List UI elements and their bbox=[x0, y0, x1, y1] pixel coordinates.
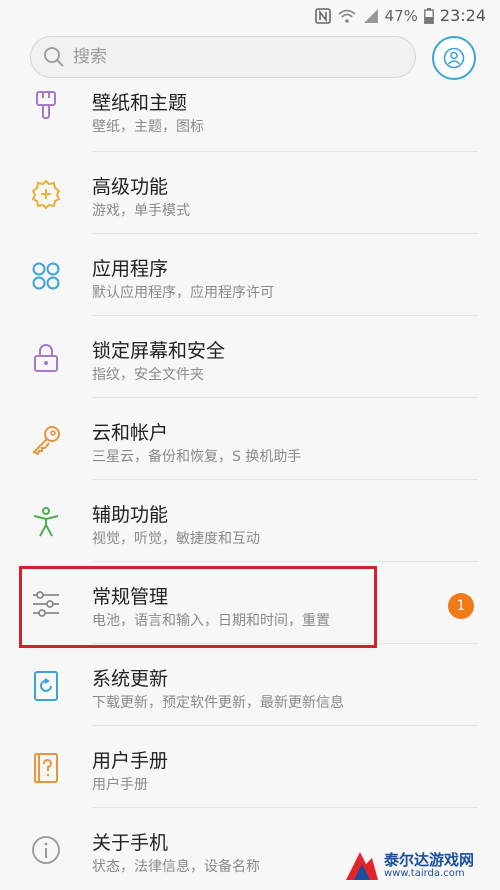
item-subtitle: 视觉，听觉，敏捷度和互动 bbox=[92, 531, 260, 547]
item-subtitle: 游戏，单手模式 bbox=[92, 203, 190, 219]
settings-item-software-update[interactable]: 系统更新 下载更新，预定软件更新，最新更新信息 bbox=[0, 644, 500, 726]
apps-grid-icon bbox=[32, 262, 60, 290]
item-title: 云和帐户 bbox=[92, 422, 169, 444]
watermark-logo-icon bbox=[346, 852, 378, 880]
search-box[interactable] bbox=[30, 36, 416, 78]
search-input[interactable] bbox=[71, 46, 375, 68]
settings-item-user-manual[interactable]: 用户手册 用户手册 bbox=[0, 726, 500, 808]
item-subtitle: 指纹，安全文件夹 bbox=[92, 367, 204, 383]
battery-percent: 47% bbox=[384, 6, 418, 25]
item-title: 用户手册 bbox=[92, 750, 169, 772]
signal-icon bbox=[363, 8, 378, 23]
lock-icon bbox=[34, 344, 58, 372]
clock: 23:24 bbox=[439, 6, 486, 25]
item-subtitle: 下载更新，预定软件更新，最新更新信息 bbox=[92, 695, 344, 711]
item-subtitle: 三星云，备份和恢复，S 换机助手 bbox=[92, 449, 302, 465]
watermark-url: www.tairda.com bbox=[384, 867, 465, 879]
settings-item-general-management[interactable]: 常规管理 电池，语言和输入，日期和时间，重置 1 bbox=[0, 562, 500, 644]
search-icon bbox=[44, 47, 64, 67]
nfc-icon bbox=[314, 7, 331, 24]
watermark-text: 泰尔达游戏网 www.tairda.com bbox=[384, 852, 474, 879]
status-bar: 47% 23:24 bbox=[0, 0, 500, 30]
item-title: 辅助功能 bbox=[92, 504, 169, 526]
item-title: 高级功能 bbox=[92, 176, 169, 198]
info-icon bbox=[32, 836, 60, 864]
settings-item-lock-screen-security[interactable]: 锁定屏幕和安全 指纹，安全文件夹 bbox=[0, 316, 500, 398]
battery-icon bbox=[423, 7, 434, 24]
item-title: 应用程序 bbox=[92, 258, 169, 280]
search-row bbox=[0, 36, 500, 84]
settings-item-accessibility[interactable]: 辅助功能 视觉，听觉，敏捷度和互动 bbox=[0, 480, 500, 562]
settings-list: 壁纸和主题 壁纸，主题，图标 高级功能 游戏，单手模式 应用程序 默认应用程序，… bbox=[0, 88, 500, 890]
settings-item-applications[interactable]: 应用程序 默认应用程序，应用程序许可 bbox=[0, 234, 500, 316]
item-title: 关于手机 bbox=[92, 832, 169, 854]
sliders-icon bbox=[33, 591, 59, 617]
manual-icon bbox=[34, 753, 58, 783]
wifi-icon bbox=[337, 9, 356, 23]
item-subtitle: 状态，法律信息，设备名称 bbox=[92, 859, 260, 875]
accessibility-icon bbox=[33, 507, 59, 537]
item-subtitle: 默认应用程序，应用程序许可 bbox=[92, 285, 274, 301]
paintbrush-icon bbox=[36, 91, 56, 119]
key-icon bbox=[32, 426, 60, 456]
notification-badge: 1 bbox=[448, 593, 474, 619]
item-subtitle: 电池，语言和输入，日期和时间，重置 bbox=[92, 613, 330, 629]
account-button[interactable] bbox=[432, 36, 476, 80]
settings-item-advanced-features[interactable]: 高级功能 游戏，单手模式 bbox=[0, 152, 500, 234]
status-icons: 47% 23:24 bbox=[314, 6, 486, 25]
item-subtitle: 用户手册 bbox=[92, 777, 148, 793]
update-icon bbox=[34, 671, 58, 701]
settings-item-cloud-accounts[interactable]: 云和帐户 三星云，备份和恢复，S 换机助手 bbox=[0, 398, 500, 480]
item-title: 壁纸和主题 bbox=[92, 92, 188, 114]
gear-plus-icon bbox=[31, 179, 61, 210]
person-icon bbox=[443, 47, 465, 69]
watermark: 泰尔达游戏网 www.tairda.com bbox=[344, 845, 494, 885]
item-subtitle: 壁纸，主题，图标 bbox=[92, 119, 204, 135]
item-title: 系统更新 bbox=[92, 668, 169, 690]
settings-item-wallpapers-themes[interactable]: 壁纸和主题 壁纸，主题，图标 bbox=[0, 88, 500, 152]
watermark-name: 泰尔达游戏网 bbox=[384, 850, 475, 869]
item-title: 锁定屏幕和安全 bbox=[92, 340, 226, 362]
item-title: 常规管理 bbox=[92, 586, 169, 608]
